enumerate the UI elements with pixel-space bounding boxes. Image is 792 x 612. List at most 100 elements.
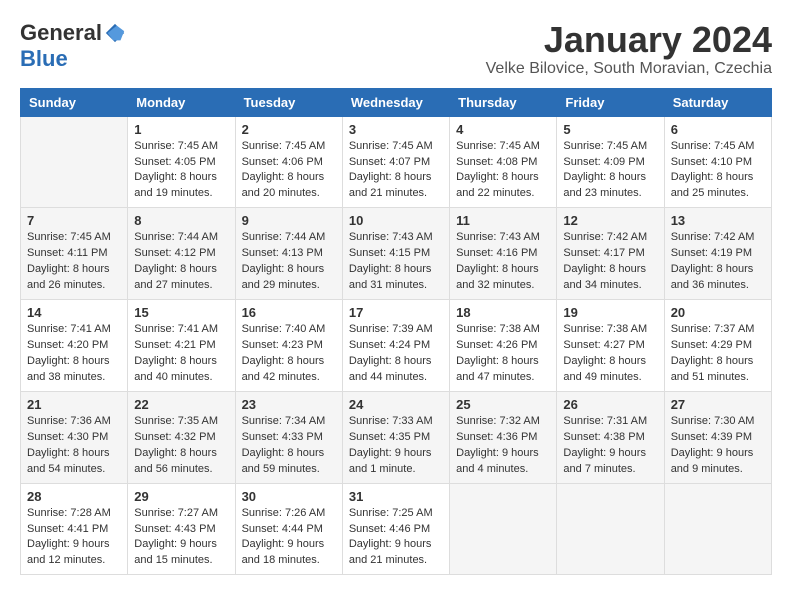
day-number: 31 [349, 489, 443, 504]
table-row: 15 Sunrise: 7:41 AMSunset: 4:21 PMDayligh… [128, 300, 235, 392]
day-info: Sunrise: 7:28 AMSunset: 4:41 PMDaylight:… [27, 506, 121, 570]
day-info: Sunrise: 7:45 AMSunset: 4:10 PMDaylight:… [671, 139, 765, 203]
day-number: 15 [134, 305, 228, 320]
table-row: 13 Sunrise: 7:42 AMSunset: 4:19 PMDayligh… [664, 208, 771, 300]
day-number: 7 [27, 213, 121, 228]
day-number: 11 [456, 213, 550, 228]
day-number: 4 [456, 122, 550, 137]
day-info: Sunrise: 7:36 AMSunset: 4:30 PMDaylight:… [27, 414, 121, 478]
table-row: 12 Sunrise: 7:42 AMSunset: 4:17 PMDayligh… [557, 208, 664, 300]
day-info: Sunrise: 7:44 AMSunset: 4:13 PMDaylight:… [242, 230, 336, 294]
table-row: 23 Sunrise: 7:34 AMSunset: 4:33 PMDayligh… [235, 391, 342, 483]
table-row [450, 483, 557, 575]
table-row: 24 Sunrise: 7:33 AMSunset: 4:35 PMDayligh… [342, 391, 449, 483]
table-row: 2Sunrise: 7:45 AMSunset: 4:06 PMDaylight… [235, 116, 342, 208]
day-number: 21 [27, 397, 121, 412]
logo-icon [104, 22, 126, 44]
calendar-week-row: 7 Sunrise: 7:45 AMSunset: 4:11 PMDaylight… [21, 208, 772, 300]
table-row: 18 Sunrise: 7:38 AMSunset: 4:26 PMDayligh… [450, 300, 557, 392]
day-number: 29 [134, 489, 228, 504]
day-number: 2 [242, 122, 336, 137]
table-row: 20 Sunrise: 7:37 AMSunset: 4:29 PMDayligh… [664, 300, 771, 392]
table-row: 19Sunrise: 7:38 AMSunset: 4:27 PMDayligh… [557, 300, 664, 392]
header: General Blue January 2024 Velke Bilovice… [20, 20, 772, 78]
day-number: 17 [349, 305, 443, 320]
table-row [664, 483, 771, 575]
day-number: 1 [134, 122, 228, 137]
page-container: General Blue January 2024 Velke Bilovice… [20, 20, 772, 575]
table-row: 27Sunrise: 7:30 AMSunset: 4:39 PMDayligh… [664, 391, 771, 483]
day-info: Sunrise: 7:44 AMSunset: 4:12 PMDaylight:… [134, 230, 228, 294]
day-info: Sunrise: 7:41 AMSunset: 4:20 PMDaylight:… [27, 322, 121, 386]
table-row: 28 Sunrise: 7:28 AMSunset: 4:41 PMDayligh… [21, 483, 128, 575]
table-row [21, 116, 128, 208]
day-number: 26 [563, 397, 657, 412]
day-number: 8 [134, 213, 228, 228]
day-number: 20 [671, 305, 765, 320]
day-info: Sunrise: 7:37 AMSunset: 4:29 PMDaylight:… [671, 322, 765, 386]
col-saturday: Saturday [664, 88, 771, 116]
calendar-week-row: 14 Sunrise: 7:41 AMSunset: 4:20 PMDayligh… [21, 300, 772, 392]
day-info: Sunrise: 7:43 AMSunset: 4:15 PMDaylight:… [349, 230, 443, 294]
day-number: 16 [242, 305, 336, 320]
table-row: 7 Sunrise: 7:45 AMSunset: 4:11 PMDaylight… [21, 208, 128, 300]
day-info: Sunrise: 7:41 AMSunset: 4:21 PMDaylight:… [134, 322, 228, 386]
day-number: 9 [242, 213, 336, 228]
day-number: 6 [671, 122, 765, 137]
table-row: 1Sunrise: 7:45 AMSunset: 4:05 PMDaylight… [128, 116, 235, 208]
day-number: 28 [27, 489, 121, 504]
day-info: Sunrise: 7:42 AMSunset: 4:17 PMDaylight:… [563, 230, 657, 294]
calendar-week-row: 28 Sunrise: 7:28 AMSunset: 4:41 PMDayligh… [21, 483, 772, 575]
day-info: Sunrise: 7:25 AMSunset: 4:46 PMDaylight:… [349, 506, 443, 570]
col-monday: Monday [128, 88, 235, 116]
day-number: 19 [563, 305, 657, 320]
logo: General Blue [20, 20, 126, 72]
day-number: 3 [349, 122, 443, 137]
calendar-header-row: Sunday Monday Tuesday Wednesday Thursday… [21, 88, 772, 116]
day-info: Sunrise: 7:43 AMSunset: 4:16 PMDaylight:… [456, 230, 550, 294]
month-year-title: January 2024 [486, 20, 772, 60]
day-info: Sunrise: 7:26 AMSunset: 4:44 PMDaylight:… [242, 506, 336, 570]
day-number: 12 [563, 213, 657, 228]
table-row: 21 Sunrise: 7:36 AMSunset: 4:30 PMDayligh… [21, 391, 128, 483]
day-number: 18 [456, 305, 550, 320]
day-info: Sunrise: 7:34 AMSunset: 4:33 PMDaylight:… [242, 414, 336, 478]
table-row: 8 Sunrise: 7:44 AMSunset: 4:12 PMDaylight… [128, 208, 235, 300]
day-number: 22 [134, 397, 228, 412]
table-row: 17 Sunrise: 7:39 AMSunset: 4:24 PMDayligh… [342, 300, 449, 392]
table-row: 22 Sunrise: 7:35 AMSunset: 4:32 PMDayligh… [128, 391, 235, 483]
table-row: 31 Sunrise: 7:25 AMSunset: 4:46 PMDayligh… [342, 483, 449, 575]
calendar-week-row: 21 Sunrise: 7:36 AMSunset: 4:30 PMDayligh… [21, 391, 772, 483]
day-number: 23 [242, 397, 336, 412]
table-row: 29Sunrise: 7:27 AMSunset: 4:43 PMDayligh… [128, 483, 235, 575]
table-row: 4Sunrise: 7:45 AMSunset: 4:08 PMDaylight… [450, 116, 557, 208]
calendar-table: Sunday Monday Tuesday Wednesday Thursday… [20, 88, 772, 576]
table-row: 11 Sunrise: 7:43 AMSunset: 4:16 PMDayligh… [450, 208, 557, 300]
title-section: January 2024 Velke Bilovice, South Morav… [486, 20, 772, 78]
logo-general: General [20, 20, 102, 46]
table-row: 3Sunrise: 7:45 AMSunset: 4:07 PMDaylight… [342, 116, 449, 208]
day-info: Sunrise: 7:42 AMSunset: 4:19 PMDaylight:… [671, 230, 765, 294]
table-row: 26Sunrise: 7:31 AMSunset: 4:38 PMDayligh… [557, 391, 664, 483]
table-row: 25Sunrise: 7:32 AMSunset: 4:36 PMDayligh… [450, 391, 557, 483]
day-number: 5 [563, 122, 657, 137]
day-info: Sunrise: 7:40 AMSunset: 4:23 PMDaylight:… [242, 322, 336, 386]
day-info: Sunrise: 7:45 AMSunset: 4:11 PMDaylight:… [27, 230, 121, 294]
day-number: 10 [349, 213, 443, 228]
day-info: Sunrise: 7:35 AMSunset: 4:32 PMDaylight:… [134, 414, 228, 478]
day-number: 14 [27, 305, 121, 320]
table-row: 16 Sunrise: 7:40 AMSunset: 4:23 PMDayligh… [235, 300, 342, 392]
day-info: Sunrise: 7:33 AMSunset: 4:35 PMDaylight:… [349, 414, 443, 478]
day-number: 24 [349, 397, 443, 412]
day-info: Sunrise: 7:45 AMSunset: 4:09 PMDaylight:… [563, 139, 657, 203]
day-number: 30 [242, 489, 336, 504]
col-tuesday: Tuesday [235, 88, 342, 116]
day-number: 13 [671, 213, 765, 228]
day-info: Sunrise: 7:39 AMSunset: 4:24 PMDaylight:… [349, 322, 443, 386]
table-row [557, 483, 664, 575]
col-wednesday: Wednesday [342, 88, 449, 116]
col-friday: Friday [557, 88, 664, 116]
day-info: Sunrise: 7:38 AMSunset: 4:26 PMDaylight:… [456, 322, 550, 386]
day-info: Sunrise: 7:30 AMSunset: 4:39 PMDaylight:… [671, 414, 765, 478]
table-row: 30 Sunrise: 7:26 AMSunset: 4:44 PMDayligh… [235, 483, 342, 575]
